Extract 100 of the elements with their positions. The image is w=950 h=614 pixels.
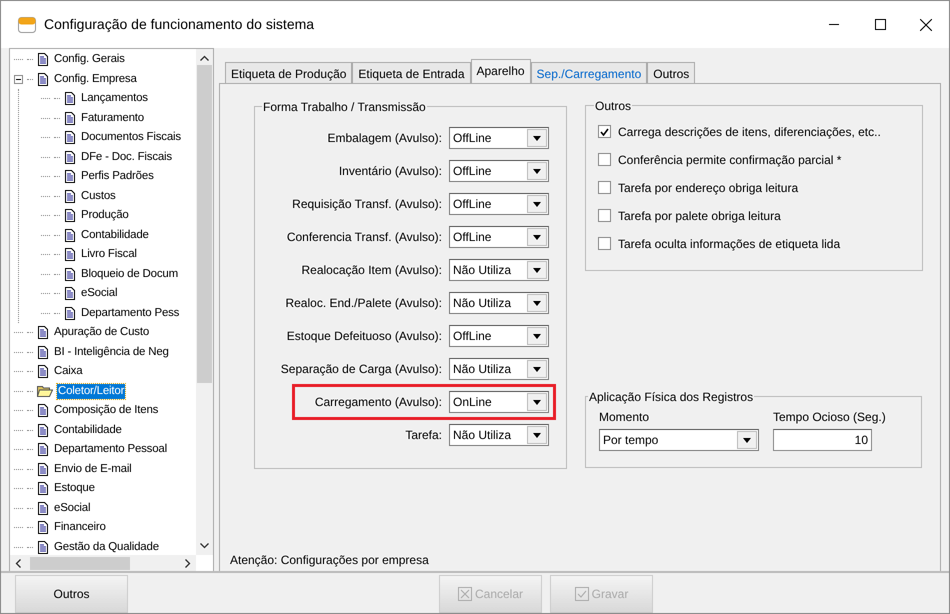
tree-item[interactable]: Contabilidade	[80, 228, 150, 243]
field-label: Embalagem (Avulso):	[328, 130, 442, 147]
document-icon	[64, 112, 76, 125]
dropdown[interactable]: Não Utiliza	[449, 292, 549, 314]
field-label: Conferencia Transf. (Avulso):	[286, 229, 442, 246]
scroll-up-icon[interactable]	[200, 55, 209, 61]
checkbox[interactable]	[598, 209, 611, 222]
dropdown[interactable]: Não Utiliza	[449, 358, 549, 380]
window-title: Configuração de funcionamento do sistema	[44, 15, 314, 34]
document-icon	[64, 209, 76, 222]
dropdown[interactable]: OnLine	[449, 391, 549, 413]
dropdown[interactable]: Não Utiliza	[449, 259, 549, 281]
field-label: Tarefa:	[405, 427, 442, 444]
tree-item[interactable]: Apuração de Custo	[53, 325, 150, 340]
tab[interactable]: Outros	[647, 62, 696, 83]
tree-item[interactable]: Documentos Fiscais	[80, 130, 182, 146]
document-icon	[64, 190, 76, 203]
scroll-left-icon[interactable]	[15, 559, 21, 568]
tree-item[interactable]: Config. Empresa	[53, 72, 138, 87]
document-icon	[64, 170, 76, 184]
field-label: Momento	[599, 409, 650, 426]
tree-item[interactable]: Contabilidade	[53, 422, 123, 438]
tree-item[interactable]: DFe - Doc. Fiscais	[80, 150, 173, 165]
tree-item[interactable]: Lançamentos	[80, 91, 149, 106]
dropdown[interactable]: OffLine	[449, 325, 549, 347]
document-icon	[37, 521, 49, 534]
document-icon	[37, 482, 49, 496]
document-icon	[37, 365, 49, 378]
notice-text: Atenção: Configurações por empresa	[229, 552, 430, 569]
horizontal-scrollbar[interactable]	[10, 555, 196, 572]
field-label: Requisição Transf. (Avulso):	[292, 196, 442, 213]
input-field[interactable]: 10	[773, 429, 872, 451]
tree-item[interactable]: Departamento Pessoal	[53, 442, 168, 458]
document-icon	[37, 462, 49, 476]
dropdown[interactable]: OffLine	[449, 193, 549, 215]
dropdown[interactable]: OffLine	[449, 160, 549, 182]
document-icon	[37, 502, 49, 515]
field-label: Realocação Item (Avulso):	[301, 262, 442, 279]
document-icon	[37, 53, 49, 66]
checkbox-label: Carrega descrições de itens, diferenciações, etc..	[618, 124, 881, 140]
document-icon	[37, 404, 49, 418]
dropdown[interactable]: Por tempo	[599, 429, 759, 451]
scroll-right-icon[interactable]	[185, 559, 191, 568]
dropdown[interactable]: OffLine	[449, 127, 549, 149]
document-icon	[37, 424, 49, 437]
tree-item[interactable]: Composição de Itens	[53, 403, 160, 418]
document-icon	[64, 306, 76, 320]
tree-item[interactable]: Estoque	[53, 481, 96, 496]
document-icon	[64, 287, 76, 300]
tree-item[interactable]: Departamento Pess	[80, 306, 180, 321]
checkbox[interactable]	[598, 153, 611, 166]
collapse-toggle[interactable]	[14, 74, 23, 84]
checkbox[interactable]	[598, 181, 611, 194]
x-box-icon	[458, 587, 472, 601]
tree-item[interactable]: Financeiro	[53, 520, 107, 536]
check-box-icon	[574, 587, 589, 601]
tab[interactable]: Aparelho	[470, 59, 531, 83]
tree-item[interactable]: BI - Inteligência de Neg	[53, 344, 170, 360]
tree-item[interactable]: Coletor/Leitor	[57, 384, 126, 399]
field-label: Separação de Carga (Avulso):	[280, 361, 442, 378]
field-label: Tempo Ocioso (Seg.)	[773, 409, 886, 426]
tab[interactable]: Etiqueta de Produção	[225, 62, 352, 83]
tree-item[interactable]: Gestão da Qualidade	[53, 540, 160, 555]
tree-item[interactable]: Envio de E-mail	[53, 462, 133, 477]
checkbox-label: Tarefa por palete obriga leitura	[618, 208, 781, 224]
dropdown[interactable]: OffLine	[449, 226, 549, 248]
tree-item[interactable]: Produção	[80, 208, 130, 224]
tree-item[interactable]: Caixa	[53, 364, 84, 380]
checkbox-label: Tarefa por endereço obriga leitura	[618, 180, 798, 196]
tree-item[interactable]: Perfis Padrões	[80, 169, 155, 184]
document-icon	[37, 326, 49, 340]
field-label: Realoc. End./Palete (Avulso):	[285, 295, 442, 312]
tree-item[interactable]: eSocial	[80, 286, 118, 302]
tree-item[interactable]: Livro Fiscal	[80, 247, 138, 262]
checkbox-label: Tarefa oculta informações de etiqueta lida	[618, 236, 840, 252]
document-icon	[37, 443, 49, 456]
tree-item[interactable]: Config. Gerais	[53, 52, 126, 68]
dropdown[interactable]: Não Utiliza	[449, 424, 549, 446]
tree-item[interactable]: Faturamento	[80, 110, 145, 126]
vertical-scrollbar[interactable]	[196, 49, 213, 555]
document-icon	[64, 150, 76, 164]
document-icon	[64, 248, 76, 262]
document-icon	[37, 540, 49, 554]
folder-icon	[37, 385, 53, 398]
button[interactable]: Outros	[15, 575, 128, 613]
document-icon	[64, 131, 76, 144]
tree-item[interactable]: Custos	[80, 188, 117, 204]
checkbox[interactable]	[598, 237, 611, 250]
checkbox[interactable]	[598, 125, 611, 138]
document-icon	[37, 72, 49, 86]
tree-item[interactable]: eSocial	[53, 500, 92, 516]
scroll-down-icon[interactable]	[200, 543, 209, 549]
field-label: Inventário (Avulso):	[338, 163, 442, 180]
document-icon	[64, 92, 76, 106]
field-label: Estoque Defeituoso (Avulso):	[286, 328, 442, 345]
tree-item[interactable]: Bloqueio de Docum	[80, 266, 179, 282]
field-label: Carregamento (Avulso):	[314, 394, 442, 411]
document-icon	[64, 268, 76, 281]
tab[interactable]: Etiqueta de Entrada	[352, 62, 470, 83]
tab[interactable]: Sep./Carregamento	[530, 62, 648, 83]
